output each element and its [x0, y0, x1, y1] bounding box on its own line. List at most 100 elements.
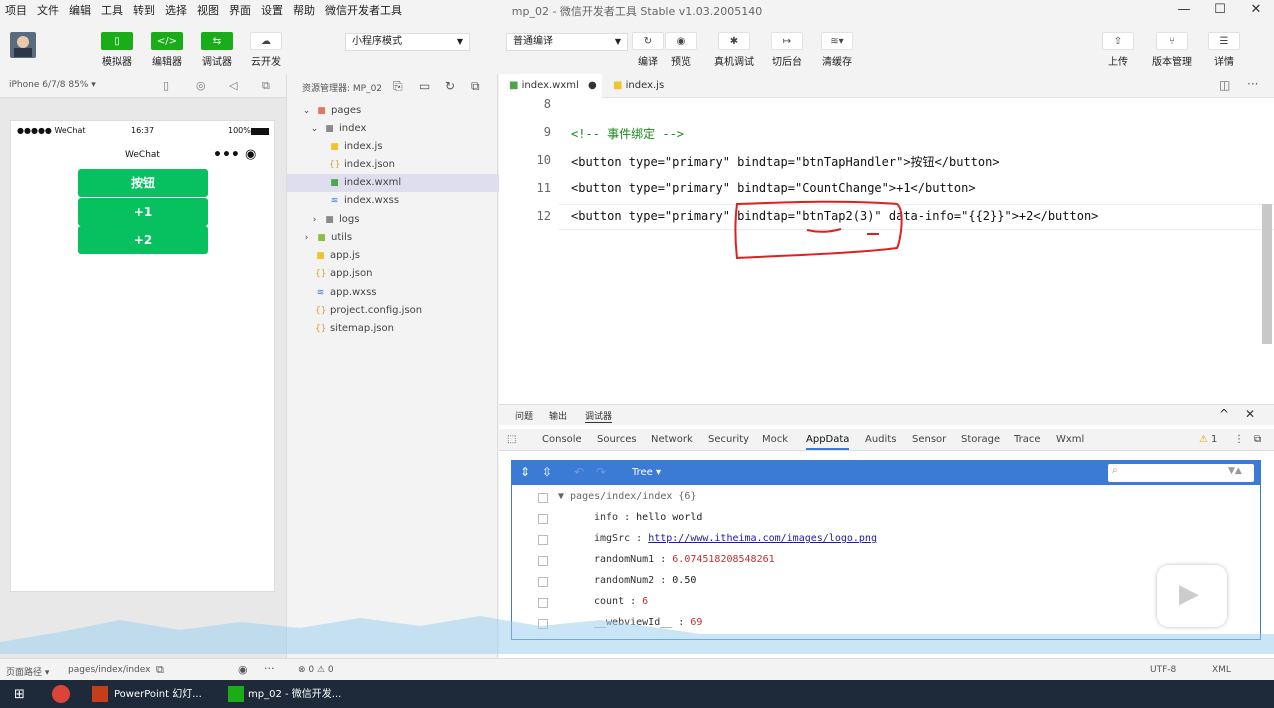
split-editor-icon[interactable]: ◫ — [1219, 78, 1230, 92]
tab-sources[interactable]: Sources — [597, 434, 637, 445]
menu-edit[interactable]: 编辑 — [64, 2, 96, 18]
tree-item-index-js[interactable]: ■ index.js — [287, 138, 499, 156]
menu-file[interactable]: 文件 — [32, 2, 64, 18]
menu-settings[interactable]: 设置 — [256, 2, 288, 18]
eye-icon[interactable]: ◉ — [238, 663, 248, 676]
tree-item-index-json[interactable]: {} index.json — [287, 156, 499, 174]
tree-item-app-json[interactable]: {} app.json — [287, 265, 499, 283]
row-checkbox[interactable] — [538, 493, 548, 503]
language-mode[interactable]: XML — [1212, 665, 1231, 675]
search-input[interactable]: ⌕ ▼▲ — [1108, 464, 1254, 482]
tree-root[interactable]: ▼ pages/index/index {6} — [558, 491, 696, 502]
data-row-randomnum1[interactable]: randomNum1 : 6.074518208548261 — [594, 554, 775, 565]
clear-cache-button[interactable]: ≋▾ 清缓存 — [813, 32, 861, 68]
undo-icon[interactable]: ↶ — [574, 465, 584, 479]
collapse-all-icon[interactable]: ⇳ — [542, 465, 552, 479]
tab-output[interactable]: 输出 — [549, 409, 567, 422]
tab-problems[interactable]: 问题 — [515, 409, 533, 422]
chrome-icon[interactable] — [52, 685, 70, 703]
tree-item-pages[interactable]: ⌄ ■ pages — [287, 102, 499, 120]
expand-all-icon[interactable]: ⇕ — [520, 465, 530, 479]
cloud-button[interactable]: ☁ 云开发 — [242, 32, 290, 68]
row-checkbox[interactable] — [538, 514, 548, 524]
primary-button-1[interactable]: 按钮 — [78, 169, 208, 197]
tab-audits[interactable]: Audits — [865, 434, 896, 445]
menu-interface[interactable]: 界面 — [224, 2, 256, 18]
filter-arrows-icon[interactable]: ▼▲ — [1228, 466, 1242, 476]
capsule-close-icon[interactable]: ◉ — [245, 145, 256, 165]
compile-mode-select[interactable]: 普通编译 ▼ — [506, 33, 628, 51]
menu-select[interactable]: 选择 — [160, 2, 192, 18]
real-device-debug-button[interactable]: ✱ 真机调试 — [710, 32, 758, 68]
tab-index-wxml[interactable]: ■ index.wxml ● — [499, 74, 602, 98]
data-row-imgsrc[interactable]: imgSrc : http://www.itheima.com/images/l… — [594, 533, 877, 544]
problem-counts[interactable]: ⊗ 0 ⚠ 0 — [298, 665, 334, 675]
popout-icon[interactable]: ⧉ — [262, 79, 270, 93]
dock-icon[interactable]: ⧉ — [1254, 434, 1261, 445]
taskbar-powerpoint[interactable]: PowerPoint 幻灯... — [114, 686, 202, 704]
copy-icon[interactable]: ⧉ — [156, 663, 164, 677]
row-checkbox[interactable] — [538, 577, 548, 587]
tree-item-index-wxss[interactable]: ≋ index.wxss — [287, 192, 499, 210]
chevron-up-icon[interactable]: ^ — [1219, 407, 1229, 421]
tab-mock[interactable]: Mock — [762, 434, 788, 445]
tree-item-index-wxml[interactable]: ■ index.wxml — [287, 174, 499, 192]
code-line-10[interactable]: <button type="primary" bindtap="btnTapHa… — [571, 153, 1000, 170]
version-button[interactable]: ⑂ 版本管理 — [1148, 32, 1196, 68]
editor-scrollbar[interactable] — [1262, 204, 1272, 344]
avatar[interactable] — [10, 32, 36, 58]
tree-item-project-config[interactable]: {} project.config.json — [287, 302, 499, 320]
tree-item-index[interactable]: ⌄ ■ index — [287, 120, 499, 138]
new-file-icon[interactable]: ⎘ — [393, 79, 403, 94]
tree-item-app-js[interactable]: ■ app.js — [287, 247, 499, 265]
primary-button-2[interactable]: +1 — [78, 198, 208, 226]
tab-debugger[interactable]: 调试器 — [585, 409, 613, 423]
editor-button[interactable]: </> 编辑器 — [143, 32, 191, 68]
primary-button-3[interactable]: +2 — [78, 226, 208, 254]
warning-icon[interactable]: ⚠ — [1199, 434, 1208, 445]
data-row-randomnum2[interactable]: randomNum2 : 0.50 — [594, 575, 696, 586]
background-button[interactable]: ↦ 切后台 — [763, 32, 811, 68]
encoding[interactable]: UTF-8 — [1150, 665, 1176, 675]
tree-item-utils[interactable]: › ■ utils — [287, 229, 499, 247]
volume-icon[interactable]: ◁ — [229, 79, 237, 92]
wechat-devtools-icon[interactable] — [228, 686, 244, 702]
details-button[interactable]: ☰ 详情 — [1200, 32, 1248, 68]
tab-security[interactable]: Security — [708, 434, 749, 445]
simulator-button[interactable]: ▯ 模拟器 — [93, 32, 141, 68]
code-line-11[interactable]: <button type="primary" bindtap="CountCha… — [571, 181, 976, 195]
menu-wechat-devtools[interactable]: 微信开发者工具 — [320, 2, 407, 18]
close-icon[interactable]: ✕ — [1238, 0, 1274, 20]
more-icon[interactable]: ··· — [264, 662, 275, 675]
maximize-icon[interactable]: ☐ — [1202, 0, 1238, 20]
tab-trace[interactable]: Trace — [1014, 434, 1041, 445]
upload-button[interactable]: ⇧ 上传 — [1094, 32, 1142, 68]
debugger-button[interactable]: ⇆ 调试器 — [193, 32, 241, 68]
menu-help[interactable]: 帮助 — [288, 2, 320, 18]
minimize-icon[interactable]: — — [1166, 0, 1202, 20]
tree-item-sitemap[interactable]: {} sitemap.json — [287, 320, 499, 338]
more-vertical-icon[interactable]: ⋮ — [1234, 434, 1244, 445]
page-path-label[interactable]: 页面路径 ▾ — [6, 665, 49, 678]
tab-console[interactable]: Console — [542, 434, 582, 445]
close-icon[interactable]: ✕ — [1245, 407, 1255, 421]
mode-select[interactable]: 小程序模式 ▼ — [345, 33, 470, 51]
play-overlay-button[interactable]: ▶ — [1157, 565, 1227, 627]
row-checkbox[interactable] — [538, 535, 548, 545]
data-row-count[interactable]: count : 6 — [594, 596, 648, 607]
view-mode-select[interactable]: Tree ▾ — [632, 467, 661, 478]
inspect-icon[interactable]: ⬚ — [507, 434, 516, 445]
menu-project[interactable]: 项目 — [0, 2, 32, 18]
record-icon[interactable]: ◎ — [196, 79, 206, 92]
more-icon[interactable]: ••• — [213, 145, 240, 165]
code-line-comment[interactable]: <!-- 事件绑定 --> — [571, 125, 684, 142]
tab-sensor[interactable]: Sensor — [912, 434, 946, 445]
tree-item-app-wxss[interactable]: ≋ app.wxss — [287, 284, 499, 302]
refresh-icon[interactable]: ↻ — [445, 79, 455, 93]
redo-icon[interactable]: ↷ — [596, 465, 606, 479]
row-checkbox[interactable] — [538, 556, 548, 566]
powerpoint-icon[interactable] — [92, 686, 108, 702]
tab-network[interactable]: Network — [651, 434, 693, 445]
data-row-info[interactable]: info : hello world — [594, 512, 702, 523]
windows-start-icon[interactable]: ⊞ — [14, 686, 25, 704]
